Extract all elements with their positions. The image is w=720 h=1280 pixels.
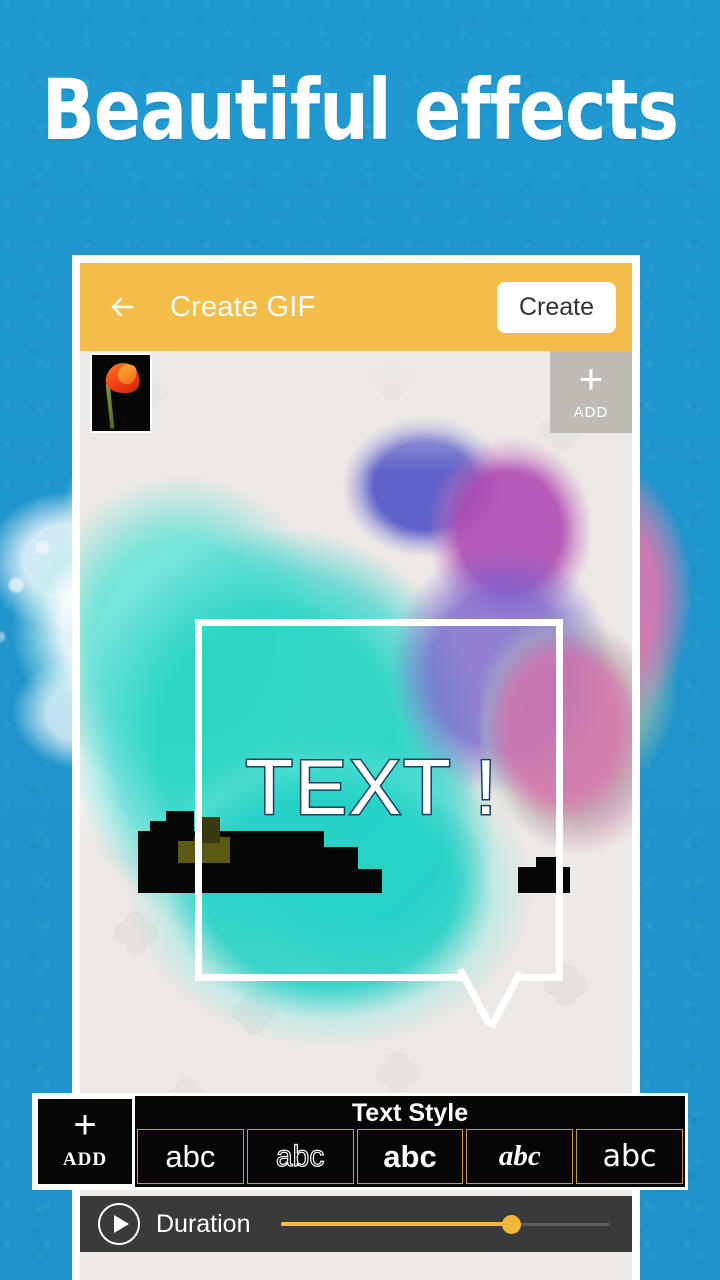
text-style-swatch[interactable]: abc: [137, 1129, 244, 1184]
plus-icon: +: [578, 354, 604, 402]
add-frame-label: ADD: [573, 403, 609, 421]
gif-canvas[interactable]: TEXT ! Delay 7: [80, 351, 632, 1196]
text-style-list: Text Style abc abc abc abc abc: [135, 1096, 685, 1187]
create-button[interactable]: Create: [496, 281, 616, 333]
promo-headline: Beautiful effects: [41, 61, 679, 159]
frame-thumbnail[interactable]: [90, 353, 152, 433]
add-text-button[interactable]: + ADD: [35, 1096, 135, 1187]
page-title: Create GIF: [170, 290, 316, 323]
back-arrow-icon[interactable]: [104, 286, 146, 328]
text-overlay[interactable]: TEXT !: [222, 747, 522, 828]
text-style-swatch[interactable]: abc: [576, 1129, 683, 1184]
plus-icon: +: [73, 1102, 97, 1147]
duration-label: Duration: [156, 1209, 251, 1238]
text-style-swatches: abc abc abc abc abc: [135, 1129, 685, 1187]
text-style-swatch[interactable]: abc: [246, 1129, 354, 1184]
text-style-panel: + ADD Text Style abc abc abc abc abc: [32, 1093, 688, 1190]
text-style-swatch[interactable]: abc: [466, 1129, 574, 1184]
add-frame-button[interactable]: + ADD: [550, 351, 632, 433]
duration-slider[interactable]: [280, 1212, 610, 1236]
add-text-label: ADD: [62, 1148, 108, 1170]
app-header: Create GIF Create: [80, 263, 632, 351]
slider-knob[interactable]: [502, 1215, 522, 1234]
frames-strip: + ADD: [80, 351, 632, 435]
text-style-swatch[interactable]: abc: [356, 1129, 464, 1184]
text-style-title: Text Style: [351, 1099, 469, 1127]
slider-fill: [280, 1222, 512, 1226]
play-icon[interactable]: [98, 1203, 140, 1245]
duration-bar: Duration: [80, 1196, 632, 1252]
